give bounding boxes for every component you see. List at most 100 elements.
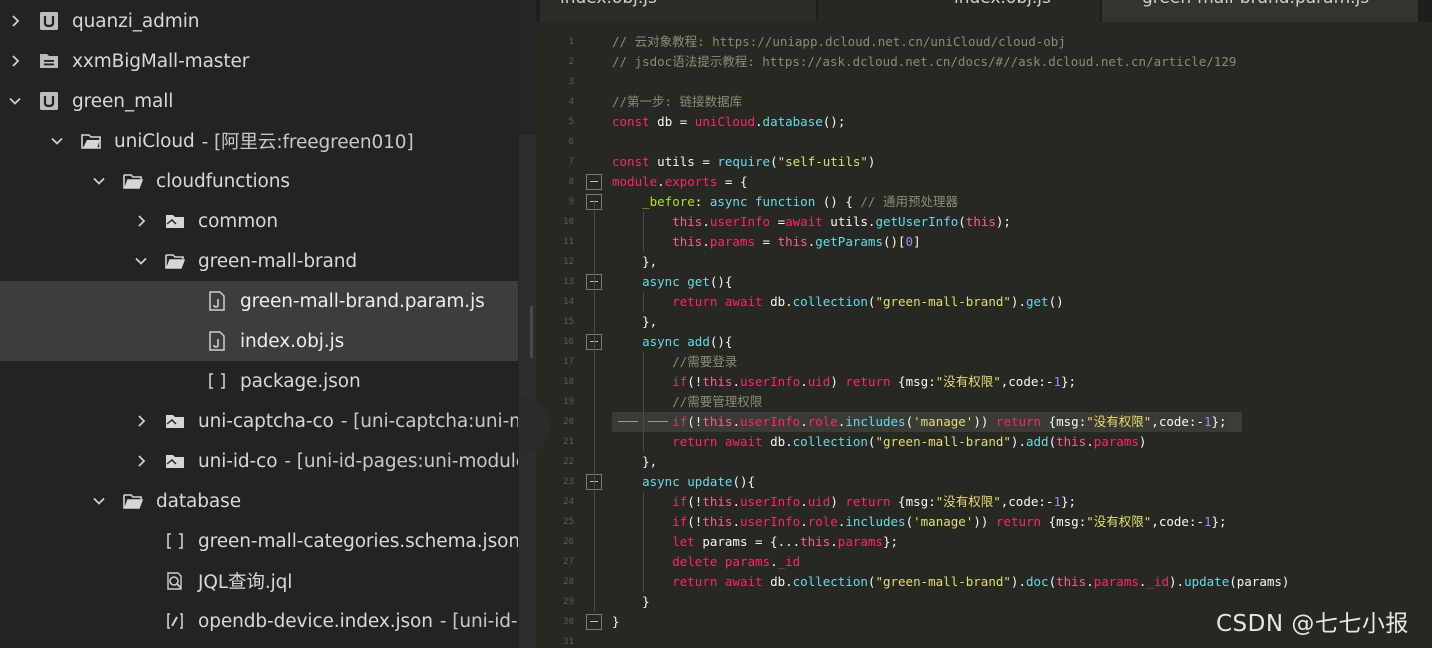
code-line[interactable]: 18 if(!this.userInfo.uid) return {msg:"没… (536, 372, 1416, 392)
code-text: }, (612, 452, 657, 472)
code-token: }, (612, 314, 658, 329)
chevron-down-icon[interactable] (6, 81, 24, 121)
code-line[interactable]: 21 return await db.collection("green-mal… (536, 432, 1416, 452)
tree-item[interactable]: common (0, 201, 518, 241)
code-line[interactable]: 28 return await db.collection ("green-mal… (536, 572, 1416, 592)
chevron-down-icon[interactable] (90, 161, 108, 201)
tree-item[interactable]: green-mall-brand.param.js (0, 281, 518, 321)
code-line[interactable]: 6 (536, 132, 1416, 152)
code-line[interactable]: 8 module.exports = { (536, 172, 1416, 192)
tree-item[interactable]: index.obj.js (0, 321, 518, 361)
line-number: 4 (568, 97, 574, 107)
code-line[interactable]: 9 _before: async function () { // 通用预处理器 (536, 192, 1416, 212)
chevron-right-icon[interactable] (6, 1, 24, 41)
code-token: const (612, 154, 650, 169)
code-line[interactable]: 2 // jsdoc语法提示教程: https://ask.dcloud.net.… (536, 52, 1416, 72)
code-line[interactable]: 23 async update(){ (536, 472, 1416, 492)
chevron-down-icon[interactable] (132, 241, 150, 281)
editor-tab-active[interactable]: index.obj.js (818, 0, 1100, 22)
fold-toggle-icon[interactable] (586, 174, 602, 190)
code-line[interactable]: 7 const utils = require("self-utils") (536, 152, 1416, 172)
code-token: . (732, 514, 740, 529)
code-text: }, (612, 252, 657, 272)
code-token: return (672, 434, 718, 449)
code-line[interactable]: 11 this.params = this.getParams()[0] (536, 232, 1416, 252)
code-line[interactable]: 1 // 云对象教程: https://uniapp.dcloud.net.cn/… (536, 32, 1416, 52)
code-line[interactable]: 24 if(!this.userInfo.uid) return {msg:"没… (536, 492, 1416, 512)
chevron-down-icon[interactable] (48, 121, 66, 161)
code-token: "没有权限" (935, 374, 1001, 389)
tree-item[interactable]: cloudfunctions (0, 161, 518, 201)
code-token: . (800, 494, 808, 509)
code-token: (){ (709, 334, 733, 349)
code-line[interactable]: 17 //需要登录 (536, 352, 1416, 372)
code-line[interactable]: 19 //需要管理权限 (536, 392, 1416, 412)
code-line[interactable]: 22 }, (536, 452, 1416, 472)
panel-resize-grip[interactable] (530, 306, 533, 358)
code-token: ,code:- (1000, 494, 1054, 509)
code-token: ,code:- (1000, 374, 1054, 389)
code-token: return (845, 374, 891, 389)
code-token: ( (1048, 434, 1057, 449)
tree-item[interactable]: green-mall-categories.schema.json (0, 521, 518, 561)
line-number: 18 (563, 377, 574, 387)
code-line[interactable]: 14 return await db.collection("green-mal… (536, 292, 1416, 312)
code-token: role (807, 414, 838, 429)
code-token: module (612, 174, 658, 189)
sidebar-scrollbar-thumb[interactable] (519, 135, 536, 648)
editor-tab[interactable]: green-mall-brand.param.js (1102, 0, 1418, 22)
code-text: return await db.collection ("green-mall-b… (612, 572, 1289, 592)
chevron-right-icon[interactable] (132, 401, 150, 441)
code-token: // 通用预处理器 (860, 194, 958, 209)
code-line[interactable]: 3 (536, 72, 1416, 92)
tree-item[interactable]: database (0, 481, 518, 521)
code-text: if(!this.userInfo.uid) return {msg:"没有权限… (612, 372, 1076, 392)
code-line[interactable]: 16 async add(){ (536, 332, 1416, 352)
code-text: } (612, 612, 620, 632)
code-token: //需要登录 (672, 354, 738, 369)
tree-item-label: green-mall-categories.schema.json (198, 530, 518, 552)
code-line[interactable]: 13 async get(){ (536, 272, 1416, 292)
code-token: if (672, 494, 688, 509)
code-line[interactable]: 26 let params = {...this.params}; (536, 532, 1416, 552)
tree-item[interactable]: green_mall (0, 81, 518, 121)
chevron-down-icon[interactable] (90, 481, 108, 521)
chevron-right-icon[interactable] (132, 201, 150, 241)
code-line[interactable]: 20 if(!this.userInfo.role.includes('mana… (536, 412, 1416, 432)
code-token: database (762, 114, 823, 129)
code-token: await (724, 294, 763, 309)
code-token: . (830, 534, 838, 549)
code-line[interactable]: 15 }, (536, 312, 1416, 332)
indent-guide (643, 292, 644, 312)
code-token: async (642, 334, 680, 349)
tree-item[interactable]: uni-captcha-co - [uni-captcha:uni-mo (0, 401, 518, 441)
tree-item[interactable]: xxmBigMall-master (0, 41, 518, 81)
code-token: ) (1138, 434, 1147, 449)
chevron-right-icon[interactable] (132, 441, 150, 481)
fold-toggle-icon[interactable] (586, 614, 602, 630)
code-token: {msg: (1041, 414, 1087, 429)
chevron-right-icon[interactable] (6, 41, 24, 81)
editor-tab[interactable]: index.obj.js (540, 0, 816, 22)
code-token: (params) (1229, 574, 1290, 589)
tree-item-label: uniCloud (114, 130, 195, 152)
code-token: . (755, 114, 763, 129)
code-line[interactable]: 27 delete params._id (536, 552, 1416, 572)
code-line[interactable]: 12 }, (536, 252, 1416, 272)
tree-item[interactable]: opendb-device.index.json - [uni-id-pa (0, 601, 518, 641)
tree-item-label: database (156, 490, 241, 512)
tree-item[interactable]: uni-id-co - [uni-id-pages:uni-module (0, 441, 518, 481)
tree-item[interactable]: package.json (0, 361, 518, 401)
code-line[interactable]: 10 this.userInfo =await utils.getUserInf… (536, 212, 1416, 232)
tree-item[interactable]: green-mall-brand (0, 241, 518, 281)
code-line[interactable]: 4 //第一步: 链接数据库 (536, 92, 1416, 112)
code-line[interactable]: 25 if(!this.userInfo.role.includes('mana… (536, 512, 1416, 532)
code-token: = (755, 234, 778, 249)
code-line[interactable]: 5 const db = uniCloud.database(); (536, 112, 1416, 132)
tree-item[interactable]: JQL查询.jql (0, 561, 518, 601)
tree-item[interactable]: uniCloud - [阿里云:freegreen010] (0, 121, 518, 161)
tree-item[interactable]: quanzi_admin (0, 1, 518, 41)
code-editor[interactable]: index.obj.js index.obj.js green-mall-bra… (536, 0, 1432, 648)
